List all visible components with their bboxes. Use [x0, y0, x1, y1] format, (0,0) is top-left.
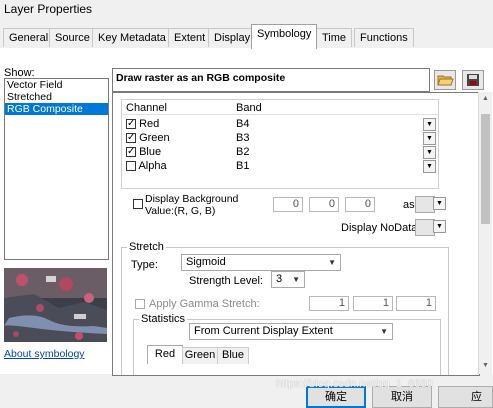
alpha-band-value[interactable]: B1	[236, 160, 249, 172]
chevron-down-icon: ▼	[380, 327, 388, 336]
background-color-swatch[interactable]	[415, 196, 435, 213]
about-symbology-link[interactable]: About symbology	[4, 348, 85, 360]
tab-time[interactable]: Time	[316, 28, 353, 47]
band-header: Band	[236, 102, 262, 114]
background-b-input[interactable]: 0	[345, 197, 375, 212]
gamma-stretch-label: Apply Gamma Stretch:	[149, 298, 260, 310]
background-g-input[interactable]: 0	[309, 197, 339, 212]
show-list[interactable]: Vector Field Stretched RGB Composite	[4, 78, 109, 260]
tab-extent[interactable]: Extent	[168, 28, 212, 47]
gamma-stretch-checkbox[interactable]	[135, 299, 145, 309]
channel-row-blue: Blue	[126, 146, 161, 158]
alpha-band-dropdown[interactable]: ▼	[423, 160, 436, 173]
tab-general[interactable]: General	[3, 28, 55, 47]
blue-band-value[interactable]: B2	[236, 146, 249, 158]
as-label: as	[403, 199, 415, 211]
background-value-label: Display Background Value:(R, G, B)	[145, 193, 239, 217]
folder-open-icon	[437, 75, 454, 86]
tab-symbology[interactable]: Symbology	[251, 24, 318, 49]
tab-key-metadata[interactable]: Key Metadata	[92, 28, 172, 47]
channel-header: Channel	[126, 102, 167, 114]
red-checkbox[interactable]	[126, 119, 136, 130]
save-button[interactable]	[462, 70, 484, 90]
stat-tab-blue[interactable]: Blue	[217, 347, 249, 364]
content-scrollbar[interactable]: ▲ ▼	[478, 92, 492, 374]
channel-row-red: Red	[126, 118, 159, 130]
raster-preview-image	[4, 268, 107, 342]
scroll-up-icon[interactable]: ▲	[482, 95, 489, 102]
scrollbar-thumb[interactable]	[481, 114, 490, 224]
channel-row-alpha: Alpha	[126, 160, 167, 172]
strength-level-select[interactable]: 3 ▼	[271, 271, 305, 288]
watermark-text: https://blog.csdn.net/qq_1_6660	[276, 378, 433, 390]
channel-row-green: Green	[126, 132, 170, 144]
renderer-title: Draw raster as an RGB composite	[116, 72, 286, 84]
stretch-type-label: Type:	[131, 259, 158, 271]
red-band-value[interactable]: B4	[236, 118, 249, 130]
chevron-down-icon: ▼	[328, 258, 336, 267]
statistics-source-select[interactable]: From Current Display Extent ▼	[189, 323, 393, 340]
green-checkbox[interactable]	[126, 133, 136, 144]
blue-band-dropdown[interactable]: ▼	[423, 146, 436, 159]
gamma-b-input[interactable]: 1	[396, 296, 436, 311]
nodata-color-dropdown[interactable]: ▼	[433, 220, 446, 233]
tab-functions[interactable]: Functions	[354, 28, 414, 47]
blue-checkbox[interactable]	[126, 147, 136, 158]
nodata-color-swatch[interactable]	[415, 219, 435, 236]
background-value-checkbox[interactable]	[133, 199, 143, 209]
gamma-r-input[interactable]: 1	[309, 296, 349, 311]
scroll-down-icon[interactable]: ▼	[482, 362, 489, 369]
alpha-checkbox[interactable]	[126, 161, 136, 172]
gamma-g-input[interactable]: 1	[353, 296, 393, 311]
open-button[interactable]	[434, 70, 456, 90]
channel-table: Channel Band Red B4 ▼ Green B3 ▼ Blue B2…	[121, 99, 439, 189]
tab-source[interactable]: Source	[49, 28, 96, 47]
chevron-down-icon: ▼	[292, 275, 300, 284]
show-item-rgb-composite[interactable]: RGB Composite	[5, 103, 108, 115]
stretch-legend: Stretch	[127, 241, 166, 253]
tab-display[interactable]: Display	[208, 28, 257, 47]
statistics-legend: Statistics	[139, 313, 188, 325]
stat-tab-red[interactable]: Red	[147, 345, 183, 364]
rgb-settings-area: Channel Band Red B4 ▼ Green B3 ▼ Blue B2…	[112, 92, 480, 376]
show-item-stretched[interactable]: Stretched	[5, 91, 108, 103]
renderer-header: Draw raster as an RGB composite	[112, 68, 430, 92]
green-band-value[interactable]: B3	[236, 132, 249, 144]
show-item-vector-field[interactable]: Vector Field	[5, 79, 108, 91]
window-title: Layer Properties	[4, 2, 93, 16]
apply-button[interactable]: 应用	[438, 386, 493, 408]
stretch-type-select[interactable]: Sigmoid ▼	[181, 254, 341, 271]
stat-tab-green[interactable]: Green	[182, 347, 218, 364]
green-band-dropdown[interactable]: ▼	[423, 132, 436, 145]
save-icon	[467, 74, 479, 86]
tab-bar: General Source Key Metadata Extent Displ…	[0, 24, 493, 49]
background-color-dropdown[interactable]: ▼	[433, 197, 446, 210]
red-band-dropdown[interactable]: ▼	[423, 118, 436, 131]
background-r-input[interactable]: 0	[273, 197, 303, 212]
strength-level-label: Strength Level:	[189, 275, 263, 287]
